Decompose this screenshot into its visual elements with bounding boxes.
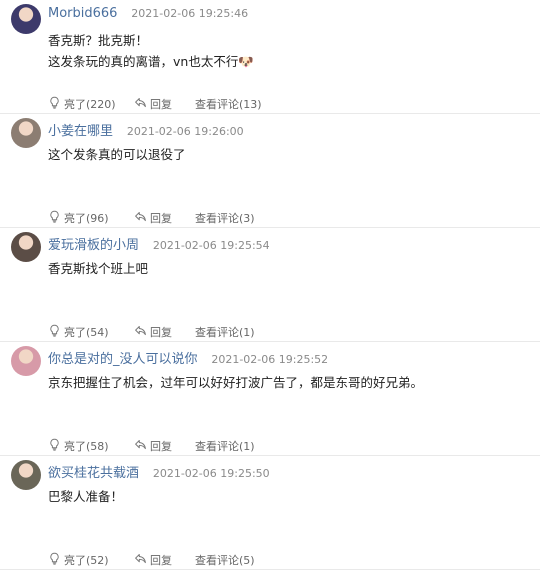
view-comments-label: 查看评论(1) [195, 440, 255, 453]
comment-meta: 你总是对的_没人可以说你 2021-02-06 19:25:52 [48, 348, 328, 367]
like-button[interactable]: 亮了(52) [48, 552, 134, 568]
timestamp: 2021-02-06 19:26:00 [126, 125, 244, 138]
timestamp: 2021-02-06 19:25:52 [211, 353, 329, 366]
reply-button[interactable]: 回复 [134, 210, 195, 226]
comment-text-line: 这发条玩的真的离谱，vn也太不行🐶 [48, 54, 254, 69]
like-label: 亮了(96) [64, 212, 109, 225]
comment-item: 你总是对的_没人可以说你 2021-02-06 19:25:52 京东把握住了机… [0, 342, 540, 456]
comment-content: 香克斯找个班上吧 [48, 258, 528, 279]
comment-text-line: 京东把握住了机会，过年可以好好打波广告了，都是东哥的好兄弟。 [48, 375, 424, 390]
like-button[interactable]: 亮了(54) [48, 324, 134, 340]
comment-actions: 亮了(54) 回复 查看评论(1) [48, 324, 255, 340]
reply-button[interactable]: 回复 [134, 438, 195, 454]
avatar[interactable] [11, 118, 41, 148]
comment-content: 这个发条真的可以退役了 [48, 144, 528, 165]
timestamp: 2021-02-06 19:25:50 [152, 467, 270, 480]
timestamp: 2021-02-06 19:25:46 [131, 7, 249, 20]
view-comments-label: 查看评论(3) [195, 212, 255, 225]
reply-arrow-icon [134, 96, 150, 112]
comment-content: 香克斯？批克斯！ 这发条玩的真的离谱，vn也太不行🐶 [48, 30, 528, 72]
comment-actions: 亮了(52) 回复 查看评论(5) [48, 552, 255, 568]
comment-item: Morbid666 2021-02-06 19:25:46 香克斯？批克斯！ 这发… [0, 0, 540, 114]
like-label: 亮了(58) [64, 440, 109, 453]
comment-content: 京东把握住了机会，过年可以好好打波广告了，都是东哥的好兄弟。 [48, 372, 528, 393]
view-comments-button[interactable]: 查看评论(13) [195, 96, 262, 112]
avatar[interactable] [11, 4, 41, 34]
comment-item: 爱玩滑板的小周 2021-02-06 19:25:54 香克斯找个班上吧 亮了(… [0, 228, 540, 342]
lightbulb-icon [48, 552, 64, 568]
avatar[interactable] [11, 346, 41, 376]
reply-label: 回复 [150, 212, 172, 225]
comment-actions: 亮了(96) 回复 查看评论(3) [48, 210, 255, 226]
view-comments-label: 查看评论(1) [195, 326, 255, 339]
reply-button[interactable]: 回复 [134, 96, 195, 112]
username[interactable]: 爱玩滑板的小周 [48, 238, 139, 253]
reply-arrow-icon [134, 210, 150, 226]
reply-arrow-icon [134, 552, 150, 568]
like-label: 亮了(54) [64, 326, 109, 339]
like-button[interactable]: 亮了(96) [48, 210, 134, 226]
comment-meta: 欲买桂花共载酒 2021-02-06 19:25:50 [48, 462, 270, 481]
username[interactable]: Morbid666 [48, 6, 117, 21]
comment-text-line: 巴黎人准备！ [48, 489, 124, 504]
timestamp: 2021-02-06 19:25:54 [152, 239, 270, 252]
like-label: 亮了(220) [64, 98, 116, 111]
lightbulb-icon [48, 438, 64, 454]
comment-meta: 爱玩滑板的小周 2021-02-06 19:25:54 [48, 234, 270, 253]
view-comments-button[interactable]: 查看评论(5) [195, 552, 255, 568]
like-label: 亮了(52) [64, 554, 109, 567]
comment-item: 欲买桂花共载酒 2021-02-06 19:25:50 巴黎人准备！ 亮了(52… [0, 456, 540, 570]
comment-text-line: 香克斯？批克斯！ [48, 33, 149, 48]
reply-arrow-icon [134, 324, 150, 340]
comment-text-line: 这个发条真的可以退役了 [48, 147, 186, 162]
reply-label: 回复 [150, 98, 172, 111]
view-comments-button[interactable]: 查看评论(3) [195, 210, 255, 226]
reply-label: 回复 [150, 554, 172, 567]
username[interactable]: 你总是对的_没人可以说你 [48, 352, 198, 367]
comment-actions: 亮了(58) 回复 查看评论(1) [48, 438, 255, 454]
reply-label: 回复 [150, 326, 172, 339]
view-comments-button[interactable]: 查看评论(1) [195, 438, 255, 454]
reply-button[interactable]: 回复 [134, 552, 195, 568]
avatar[interactable] [11, 232, 41, 262]
reply-arrow-icon [134, 438, 150, 454]
lightbulb-icon [48, 324, 64, 340]
like-button[interactable]: 亮了(58) [48, 438, 134, 454]
comment-text-line: 香克斯找个班上吧 [48, 261, 149, 276]
reply-button[interactable]: 回复 [134, 324, 195, 340]
username[interactable]: 小姜在哪里 [48, 124, 113, 139]
like-button[interactable]: 亮了(220) [48, 96, 134, 112]
reply-label: 回复 [150, 440, 172, 453]
lightbulb-icon [48, 96, 64, 112]
comment-item: 小姜在哪里 2021-02-06 19:26:00 这个发条真的可以退役了 亮了… [0, 114, 540, 228]
view-comments-label: 查看评论(13) [195, 98, 262, 111]
view-comments-label: 查看评论(5) [195, 554, 255, 567]
comment-actions: 亮了(220) 回复 查看评论(13) [48, 96, 262, 112]
comment-meta: Morbid666 2021-02-06 19:25:46 [48, 6, 248, 21]
comment-content: 巴黎人准备！ [48, 486, 528, 507]
lightbulb-icon [48, 210, 64, 226]
comment-list: Morbid666 2021-02-06 19:25:46 香克斯？批克斯！ 这发… [0, 0, 540, 570]
view-comments-button[interactable]: 查看评论(1) [195, 324, 255, 340]
username[interactable]: 欲买桂花共载酒 [48, 466, 139, 481]
comment-meta: 小姜在哪里 2021-02-06 19:26:00 [48, 120, 244, 139]
avatar[interactable] [11, 460, 41, 490]
